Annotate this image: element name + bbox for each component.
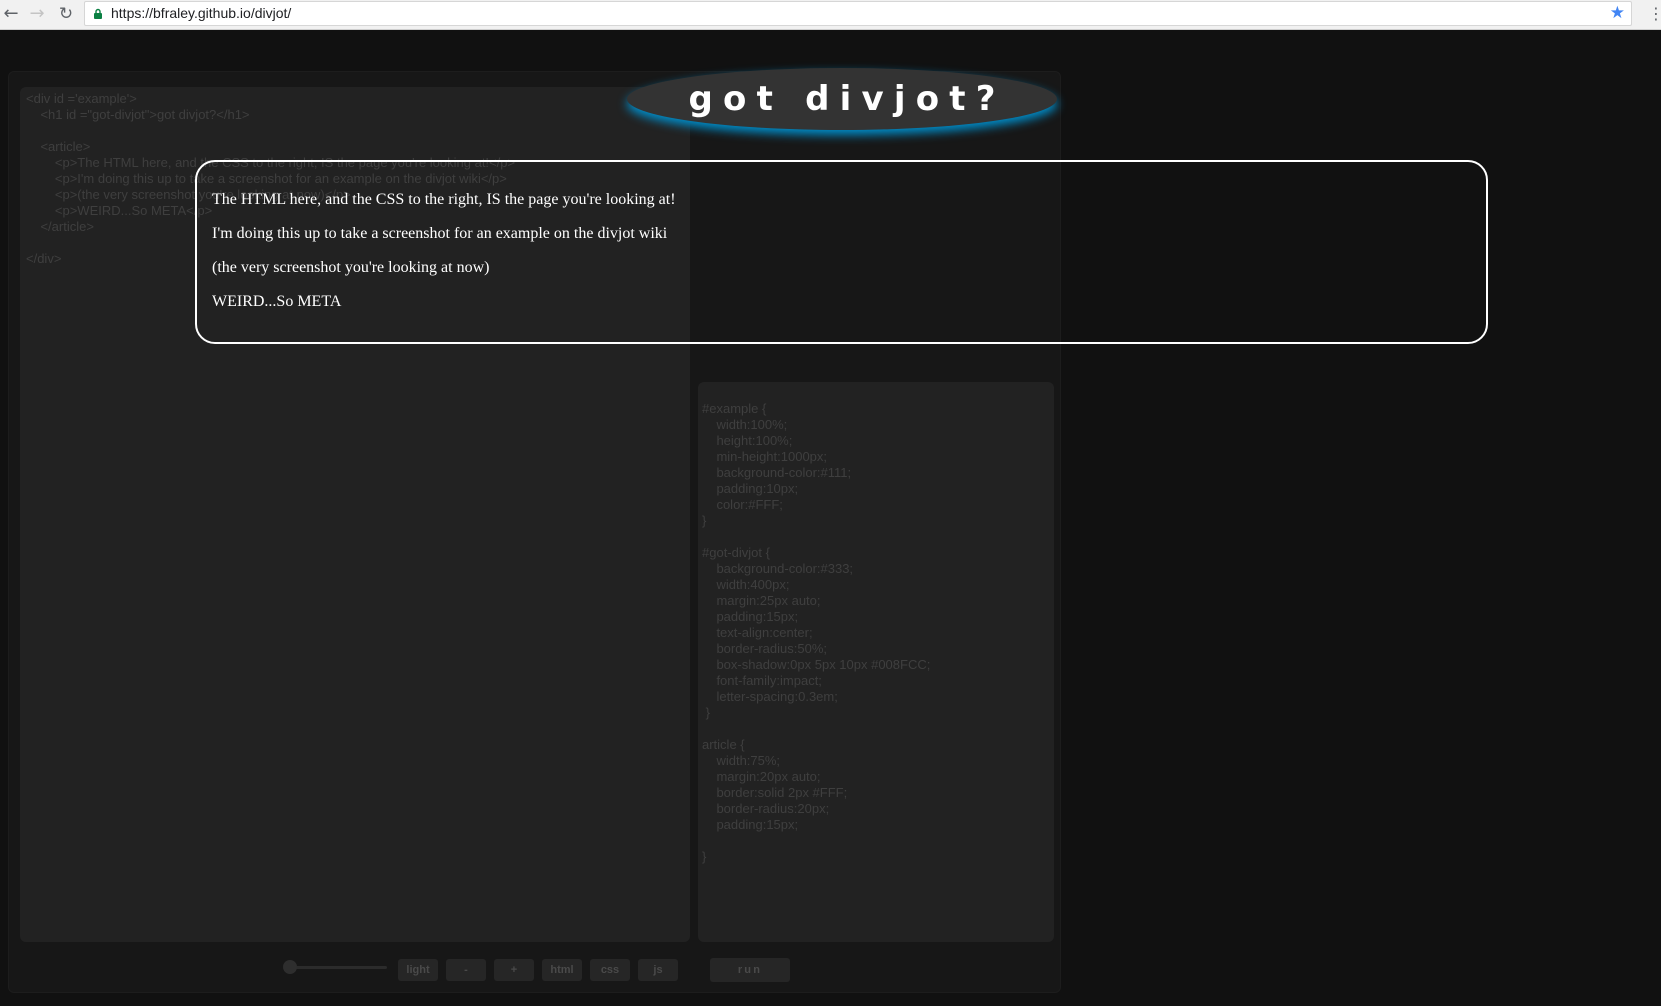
preview-article: The HTML here, and the CSS to the right,… <box>195 160 1488 344</box>
preview-paragraph: I'm doing this up to take a screenshot f… <box>212 225 668 242</box>
got-divjot-heading: got divjot? <box>627 68 1057 130</box>
run-button[interactable]: run <box>710 958 790 982</box>
decrease-button[interactable]: - <box>446 959 486 981</box>
preview-paragraph: (the very screenshot you're looking at n… <box>212 259 490 276</box>
url-text: https://bfraley.github.io/divjot/ <box>111 5 292 21</box>
lock-icon <box>94 8 102 19</box>
address-bar[interactable]: https://bfraley.github.io/divjot/ ★ <box>84 1 1632 26</box>
css-toggle-button[interactable]: css <box>590 959 630 981</box>
opacity-slider-thumb[interactable] <box>283 960 297 974</box>
js-toggle-button[interactable]: js <box>638 959 678 981</box>
increase-button[interactable]: + <box>494 959 534 981</box>
browser-toolbar: ← → ↻ https://bfraley.github.io/divjot/ … <box>0 0 1661 30</box>
reload-button[interactable]: ↻ <box>55 3 77 25</box>
browser-menu-icon[interactable]: ⋮ <box>1648 2 1661 26</box>
css-editor[interactable]: #example { width:100%; height:100%; min-… <box>698 382 1054 942</box>
light-button[interactable]: light <box>398 959 438 981</box>
forward-button[interactable]: → <box>26 3 48 25</box>
css-code-text: #example { width:100%; height:100%; min-… <box>702 401 931 864</box>
html-toggle-button[interactable]: html <box>542 959 582 981</box>
preview-paragraph: The HTML here, and the CSS to the right,… <box>212 191 676 208</box>
opacity-slider-track[interactable] <box>287 966 387 969</box>
back-button[interactable]: ← <box>0 3 22 25</box>
bookmark-star-icon[interactable]: ★ <box>1610 3 1625 23</box>
preview-paragraph: WEIRD...So META <box>212 293 342 310</box>
